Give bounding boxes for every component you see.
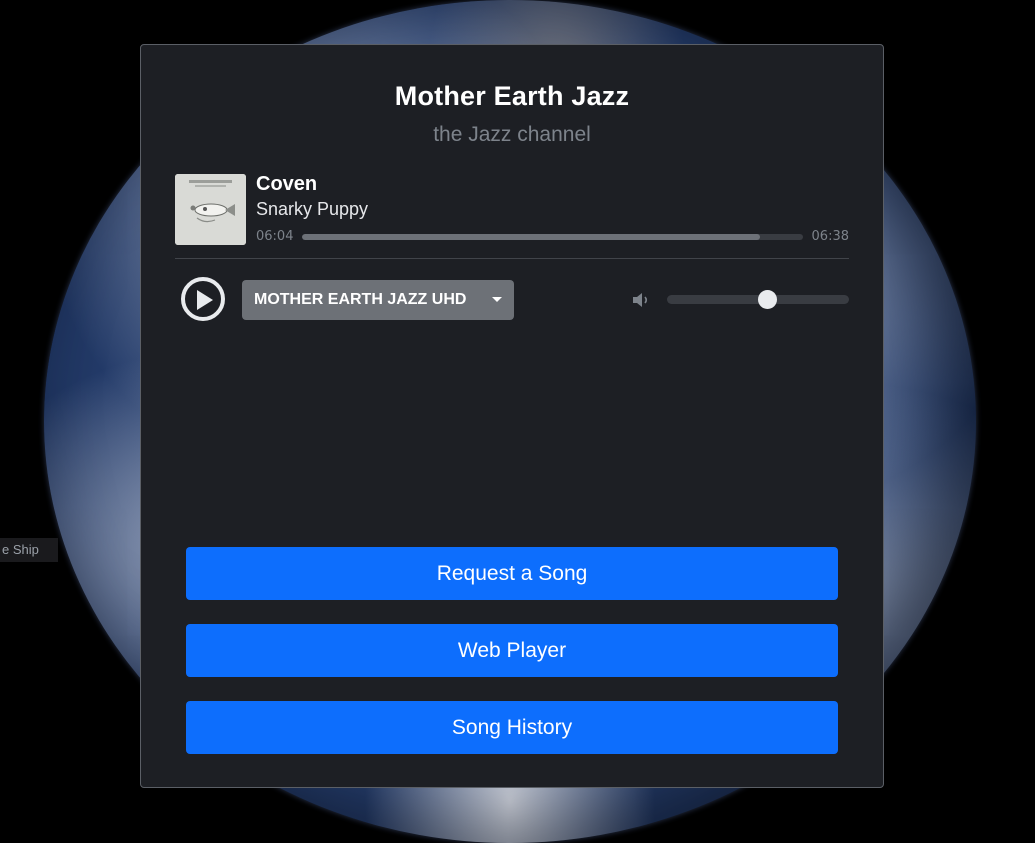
volume-slider[interactable] (667, 290, 849, 309)
request-song-button[interactable]: Request a Song (186, 547, 838, 600)
stream-select-value: MOTHER EARTH JAZZ UHD (254, 291, 467, 308)
background-edge-label: e Ship (0, 538, 58, 562)
album-art-image (175, 174, 246, 245)
volume-icon[interactable] (630, 289, 652, 311)
divider (175, 258, 849, 259)
song-history-button[interactable]: Song History (186, 701, 838, 754)
station-title: Mother Earth Jazz (394, 81, 630, 111)
volume-slider-handle[interactable] (758, 290, 778, 309)
stream-select[interactable]: MOTHER EARTH JAZZ UHD (242, 280, 514, 320)
album-cover (175, 174, 246, 245)
song-artist: Snarky Puppy (256, 199, 369, 219)
total-time: 06:38 (811, 229, 849, 244)
chevron-down-icon (492, 297, 502, 302)
web-player-button[interactable]: Web Player (186, 624, 838, 677)
progress-bar (302, 234, 803, 240)
station-tagline: the Jazz channel (433, 123, 591, 146)
play-icon (197, 290, 213, 310)
song-title: Coven (256, 173, 318, 195)
player-panel: Mother Earth Jazz the Jazz channel Coven… (140, 44, 884, 788)
progress-fill (302, 234, 761, 240)
page-stage: e Ship Mother Earth Jazz the Jazz channe… (0, 0, 1035, 843)
elapsed-time: 06:04 (256, 229, 294, 244)
play-button[interactable] (181, 277, 225, 321)
